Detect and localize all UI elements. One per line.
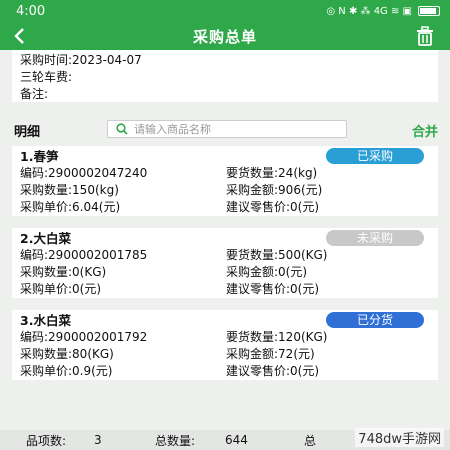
status-badge[interactable]: 未采购	[326, 230, 424, 246]
item-purchase-amount: 采购金额:906(元)	[226, 183, 323, 197]
order-info-card: 采购时间:2023-04-07 三轮车费: 备注:	[12, 50, 438, 102]
item-unit-price: 采购单价:0.9(元)	[20, 364, 113, 378]
search-icon	[116, 123, 128, 135]
status-icons: ◎ N ✱ ⁂ 4G ≋ ▣	[326, 6, 440, 17]
search-box[interactable]	[107, 120, 347, 138]
search-input[interactable]	[134, 122, 334, 136]
detail-title: 明细	[14, 124, 41, 140]
item-retail-price: 建议零售价:0(元)	[226, 282, 320, 296]
item-code: 编码:2900002001792	[20, 330, 148, 344]
item-retail-price: 建议零售价:0(元)	[226, 200, 320, 214]
nav-bar: 采购总单	[0, 22, 450, 50]
item-unit-price: 采购单价:0(元)	[20, 282, 102, 296]
battery-icon	[418, 6, 440, 16]
item-required-qty: 要货数量:500(KG)	[226, 248, 328, 262]
page-title: 采购总单	[192, 27, 257, 46]
status-icons-text: ◎ N ✱ ⁂ 4G ≋ ▣	[326, 5, 412, 17]
list-item[interactable]: 3.水白菜 已分货 编码:2900002001792 要货数量:120(KG) …	[12, 310, 438, 380]
item-purchase-qty: 采购数量:80(KG)	[20, 347, 114, 361]
item-unit-price: 采购单价:6.04(元)	[20, 200, 121, 214]
merge-button[interactable]: 合并	[412, 121, 438, 140]
status-badge[interactable]: 已分货	[326, 312, 424, 328]
item-purchase-amount: 采购金额:0(元)	[226, 265, 308, 279]
item-purchase-qty: 采购数量:0(KG)	[20, 265, 107, 279]
tricycle-fee[interactable]: 三轮车费:	[20, 69, 430, 86]
detail-header: 明细 合并	[0, 118, 450, 142]
total-qty: 644	[225, 433, 248, 447]
status-time: 4:00	[16, 3, 46, 19]
status-badge[interactable]: 已采购	[326, 148, 424, 164]
item-count-label: 品项数:	[26, 433, 67, 448]
trash-icon[interactable]	[414, 25, 436, 47]
item-code: 编码:2900002001785	[20, 248, 148, 262]
status-bar: 4:00 ◎ N ✱ ⁂ 4G ≋ ▣	[0, 0, 450, 22]
item-required-qty: 要货数量:120(KG)	[226, 330, 328, 344]
total-qty-label: 总数量:	[155, 433, 196, 448]
item-required-qty: 要货数量:24(kg)	[226, 166, 318, 180]
item-purchase-amount: 采购金额:72(元)	[226, 347, 315, 361]
remark[interactable]: 备注:	[20, 86, 430, 103]
chevron-left-icon	[14, 28, 24, 44]
list-item[interactable]: 1.春笋 已采购 编码:2900002047240 要货数量:24(kg) 采购…	[12, 146, 438, 216]
item-retail-price: 建议零售价:0(元)	[226, 364, 320, 378]
total-truncated-label: 总	[304, 433, 317, 448]
purchase-date: 采购时间:2023-04-07	[20, 53, 142, 67]
back-button[interactable]	[8, 24, 32, 48]
item-code: 编码:2900002047240	[20, 166, 148, 180]
watermark: 748dw手游网	[355, 428, 444, 447]
item-purchase-qty: 采购数量:150(kg)	[20, 183, 119, 197]
item-count: 3	[94, 433, 102, 447]
list-item[interactable]: 2.大白菜 未采购 编码:2900002001785 要货数量:500(KG) …	[12, 228, 438, 298]
